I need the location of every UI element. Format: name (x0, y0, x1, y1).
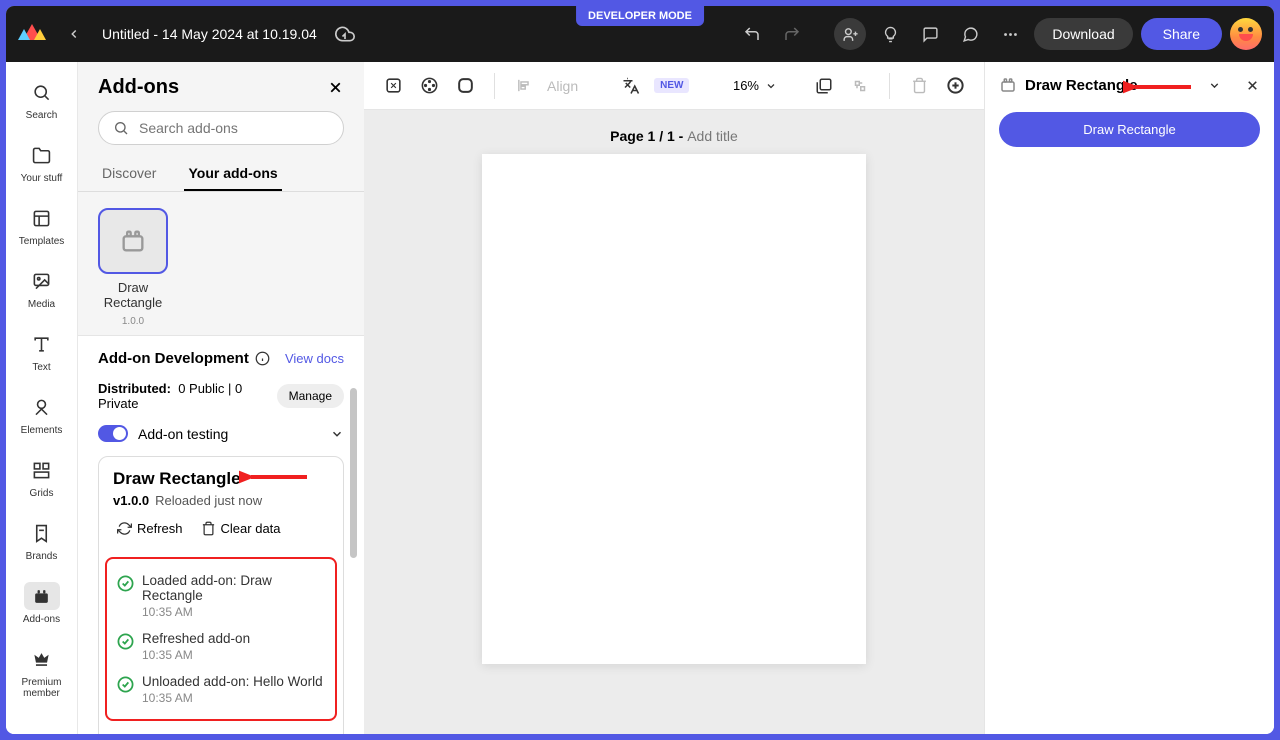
view-docs-link[interactable]: View docs (285, 351, 344, 366)
log-row: Unloaded add-on: Hello World10:35 AM (117, 668, 325, 711)
add-page-icon[interactable] (942, 73, 968, 99)
log-row: Refreshed add-on10:35 AM (117, 625, 325, 668)
undo-button[interactable] (736, 18, 768, 50)
addon-tile-draw-rectangle[interactable]: Draw Rectangle 1.0.0 (98, 208, 168, 327)
rail-premium[interactable]: Premium member (12, 637, 72, 707)
dev-heading: Add-on Development (98, 350, 270, 367)
manage-button[interactable]: Manage (277, 384, 344, 408)
present-icon[interactable] (954, 18, 986, 50)
user-avatar[interactable] (1230, 18, 1262, 50)
addon-testing-toggle[interactable] (98, 425, 128, 442)
tab-discover[interactable]: Discover (98, 157, 160, 191)
translate-icon[interactable] (618, 73, 644, 99)
refresh-button[interactable]: Refresh (113, 518, 187, 539)
rail-add-ons[interactable]: Add-ons (12, 574, 72, 633)
canvas-body[interactable]: Page 1 / 1 - Add title (364, 110, 984, 734)
layers-icon[interactable] (811, 73, 837, 99)
tab-your-addons[interactable]: Your add-ons (184, 157, 281, 191)
left-rail: Search Your stuff Templates Media Text E… (6, 62, 78, 734)
close-panel-button[interactable] (327, 79, 344, 96)
comment-icon[interactable] (914, 18, 946, 50)
redo-button[interactable] (776, 18, 808, 50)
crop-icon[interactable] (380, 73, 406, 99)
invite-button[interactable] (834, 18, 866, 50)
canvas-toolbar: Align NEW 16% (364, 62, 984, 110)
canvas-area: Align NEW 16% Page 1 / 1 - Add title (364, 62, 984, 734)
chevron-down-icon[interactable] (1208, 79, 1221, 92)
panel-title: Add-ons (98, 76, 179, 99)
checkmark-icon (117, 676, 134, 693)
back-button[interactable] (58, 18, 90, 50)
search-input[interactable] (139, 120, 329, 136)
info-icon[interactable] (255, 351, 270, 366)
more-icon[interactable] (994, 18, 1026, 50)
rail-elements[interactable]: Elements (12, 385, 72, 444)
chevron-down-icon[interactable] (765, 80, 777, 92)
dev-section: Add-on Development View docs Distributed… (78, 335, 364, 734)
document-title[interactable]: Untitled - 14 May 2024 at 10.19.04 (102, 26, 317, 42)
shape-icon[interactable] (452, 73, 478, 99)
page-label[interactable]: Page 1 / 1 - Add title (364, 110, 984, 154)
addon-right-panel: Draw Rectangle Draw Rectangle (984, 62, 1274, 734)
rail-brands[interactable]: Brands (12, 511, 72, 570)
rail-media[interactable]: Media (12, 259, 72, 318)
panel-scrollbar[interactable] (342, 372, 364, 734)
zoom-value[interactable]: 16% (733, 78, 759, 93)
log-row: Loaded add-on: Draw Rectangle10:35 AM (117, 567, 325, 625)
search-icon (113, 120, 129, 136)
trash-icon[interactable] (906, 73, 932, 99)
rail-text[interactable]: Text (12, 322, 72, 381)
checkmark-icon (117, 633, 134, 650)
cloud-sync-icon[interactable] (329, 18, 361, 50)
draw-rectangle-button[interactable]: Draw Rectangle (999, 112, 1260, 147)
annotation-arrow-icon (1123, 78, 1193, 96)
info-row: Detected changes in manifest.jsonClick o… (99, 727, 343, 734)
distribute-icon[interactable] (847, 73, 873, 99)
checkmark-icon (117, 575, 134, 592)
dev-card: Draw Rectangle v1.0.0Reloaded just now R… (98, 456, 344, 734)
rail-search[interactable]: Search (12, 70, 72, 129)
download-button[interactable]: Download (1034, 18, 1132, 50)
share-button[interactable]: Share (1141, 18, 1222, 50)
artboard[interactable] (482, 154, 866, 664)
clear-data-button[interactable]: Clear data (197, 518, 285, 539)
rail-grids[interactable]: Grids (12, 448, 72, 507)
search-addons[interactable] (98, 111, 344, 145)
annotation-arrow-icon (239, 467, 309, 487)
color-wheel-icon[interactable] (416, 73, 442, 99)
developer-mode-badge: DEVELOPER MODE (576, 6, 704, 26)
align-icon[interactable] (511, 73, 537, 99)
addon-icon (999, 76, 1017, 94)
addons-panel: Add-ons Discover Your add-ons Draw Recta… (78, 62, 364, 734)
app-logo[interactable] (18, 20, 46, 48)
rail-templates[interactable]: Templates (12, 196, 72, 255)
close-icon[interactable] (1245, 78, 1260, 93)
log-section: Loaded add-on: Draw Rectangle10:35 AM Re… (105, 557, 337, 721)
rail-your-stuff[interactable]: Your stuff (12, 133, 72, 192)
new-badge: NEW (654, 78, 689, 93)
lightbulb-icon[interactable] (874, 18, 906, 50)
